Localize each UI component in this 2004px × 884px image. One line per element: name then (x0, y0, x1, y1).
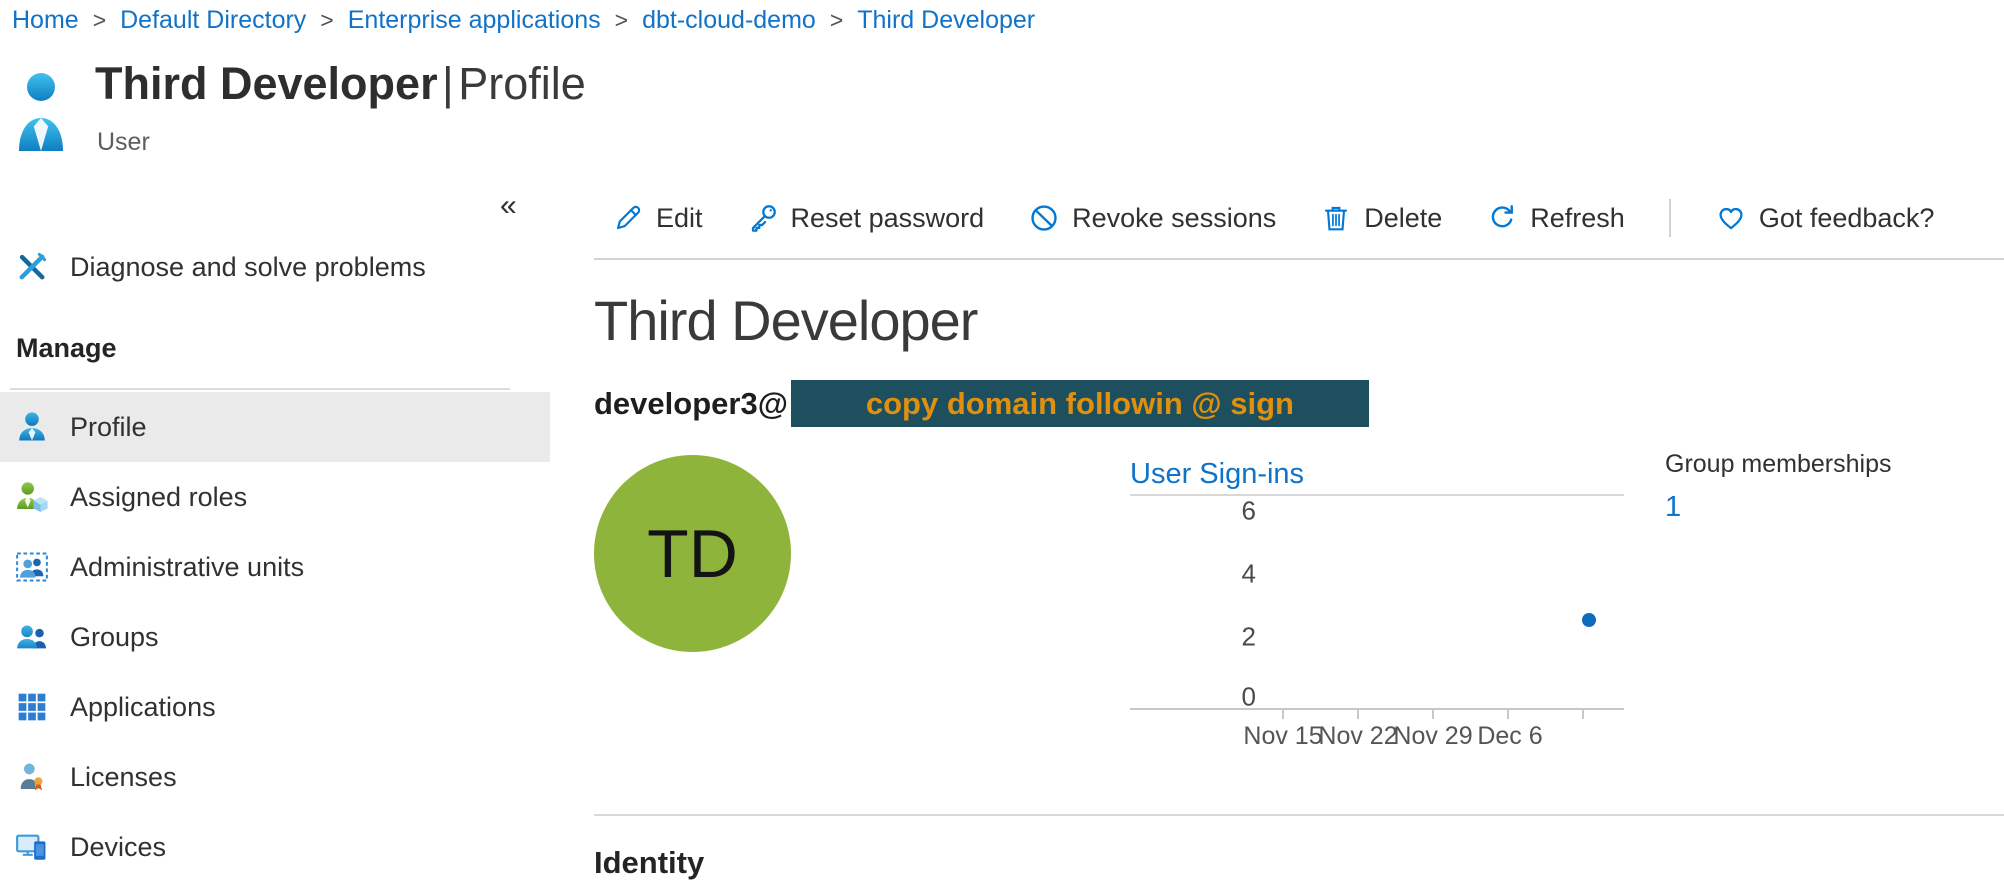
group-memberships-label: Group memberships (1665, 450, 1891, 479)
person-ribbon-icon (14, 759, 50, 795)
sidebar-item-label: Administrative units (70, 552, 304, 583)
identity-section-title: Identity (594, 845, 704, 881)
signin-data-point (1582, 613, 1596, 627)
sidebar: « Diagnose and solve problems Manage Pro… (0, 155, 550, 884)
refresh-icon (1486, 202, 1518, 234)
sidebar-item-licenses[interactable]: Licenses (0, 742, 550, 812)
x-axis-tick (1432, 710, 1434, 719)
person-cube-icon (14, 479, 50, 515)
x-tick-label: Nov 29 (1393, 722, 1473, 751)
user-signins-chart: User Sign-ins 6 4 2 0 Nov 15 Nov 22 Nov … (1130, 458, 1624, 768)
edit-button[interactable]: Edit (612, 202, 703, 234)
got-feedback-button[interactable]: Got feedback? (1715, 202, 1935, 234)
toolbar-divider (1669, 199, 1671, 237)
button-label: Got feedback? (1759, 203, 1935, 234)
toolbar-rule (594, 258, 2004, 260)
sidebar-item-assigned-roles[interactable]: Assigned roles (0, 462, 550, 532)
breadcrumb-enterprise-applications[interactable]: Enterprise applications (348, 6, 601, 35)
page-title: Third Developer (95, 58, 438, 109)
person-icon (14, 409, 50, 445)
x-axis (1130, 708, 1624, 710)
avatar-initials: TD (647, 515, 738, 593)
key-icon (747, 202, 779, 234)
button-label: Reset password (791, 203, 985, 234)
pencil-icon (612, 202, 644, 234)
sidebar-item-groups[interactable]: Groups (0, 602, 550, 672)
block-icon (1028, 202, 1060, 234)
y-tick-label: 2 (1190, 622, 1256, 653)
avatar: TD (594, 455, 791, 652)
user-principal-name: developer3@ copy domain followin @ sign (594, 380, 1369, 427)
title-suffix: Profile (458, 58, 586, 109)
x-axis-tick (1582, 710, 1584, 719)
x-axis-tick (1507, 710, 1509, 719)
button-label: Refresh (1530, 203, 1625, 234)
title-divider: | (442, 58, 454, 109)
manage-section-label: Manage (16, 333, 117, 364)
button-label: Revoke sessions (1072, 203, 1276, 234)
group-memberships-count-link[interactable]: 1 (1665, 491, 1891, 524)
collapse-sidebar-button[interactable]: « (500, 191, 517, 221)
people-icon (14, 619, 50, 655)
user-signins-link[interactable]: User Sign-ins (1130, 458, 1304, 491)
people-dashed-box-icon (14, 549, 50, 585)
email-prefix: developer3@ (594, 386, 788, 422)
sidebar-item-label: Applications (70, 692, 216, 723)
breadcrumb-home[interactable]: Home (12, 6, 79, 35)
breadcrumb-separator: > (320, 7, 333, 34)
delete-button[interactable]: Delete (1320, 202, 1442, 234)
sidebar-item-label: Profile (70, 412, 147, 443)
revoke-sessions-button[interactable]: Revoke sessions (1028, 202, 1276, 234)
sidebar-item-label: Assigned roles (70, 482, 247, 513)
x-tick-label: Nov 15 (1243, 722, 1323, 751)
x-tick-label: Dec 6 (1470, 722, 1550, 751)
sidebar-item-diagnose[interactable]: Diagnose and solve problems (0, 237, 550, 297)
group-memberships: Group memberships 1 (1665, 450, 1891, 524)
page-subtitle: User (97, 128, 150, 157)
grid-icon (14, 689, 50, 725)
sidebar-item-administrative-units[interactable]: Administrative units (0, 532, 550, 602)
sidebar-item-profile[interactable]: Profile (0, 392, 550, 462)
button-label: Delete (1364, 203, 1442, 234)
sidebar-item-devices[interactable]: Devices (0, 812, 550, 882)
heart-icon (1715, 202, 1747, 234)
wrench-screwdriver-icon (14, 249, 50, 285)
breadcrumb-default-directory[interactable]: Default Directory (120, 6, 306, 35)
main-content: Edit Reset password Revoke sessions (594, 0, 2004, 884)
sidebar-divider (10, 388, 510, 390)
y-tick-label: 6 (1190, 496, 1256, 527)
x-axis-tick (1282, 710, 1284, 719)
user-display-name: Third Developer (594, 288, 977, 353)
x-tick-label: Nov 22 (1318, 722, 1398, 751)
breadcrumb-separator: > (93, 7, 106, 34)
trash-icon (1320, 202, 1352, 234)
command-bar: Edit Reset password Revoke sessions (612, 192, 1934, 244)
sidebar-item-label: Devices (70, 832, 166, 863)
redaction-overlay: copy domain followin @ sign (791, 380, 1369, 427)
monitor-phone-icon (14, 829, 50, 865)
sidebar-item-label: Groups (70, 622, 159, 653)
reset-password-button[interactable]: Reset password (747, 202, 985, 234)
sidebar-item-label: Licenses (70, 762, 177, 793)
refresh-button[interactable]: Refresh (1486, 202, 1625, 234)
y-tick-label: 4 (1190, 559, 1256, 590)
sidebar-item-applications[interactable]: Applications (0, 672, 550, 742)
section-rule (594, 814, 2004, 816)
button-label: Edit (656, 203, 703, 234)
user-person-icon (17, 70, 65, 152)
x-axis-tick (1357, 710, 1359, 719)
sidebar-item-label: Diagnose and solve problems (70, 252, 426, 283)
